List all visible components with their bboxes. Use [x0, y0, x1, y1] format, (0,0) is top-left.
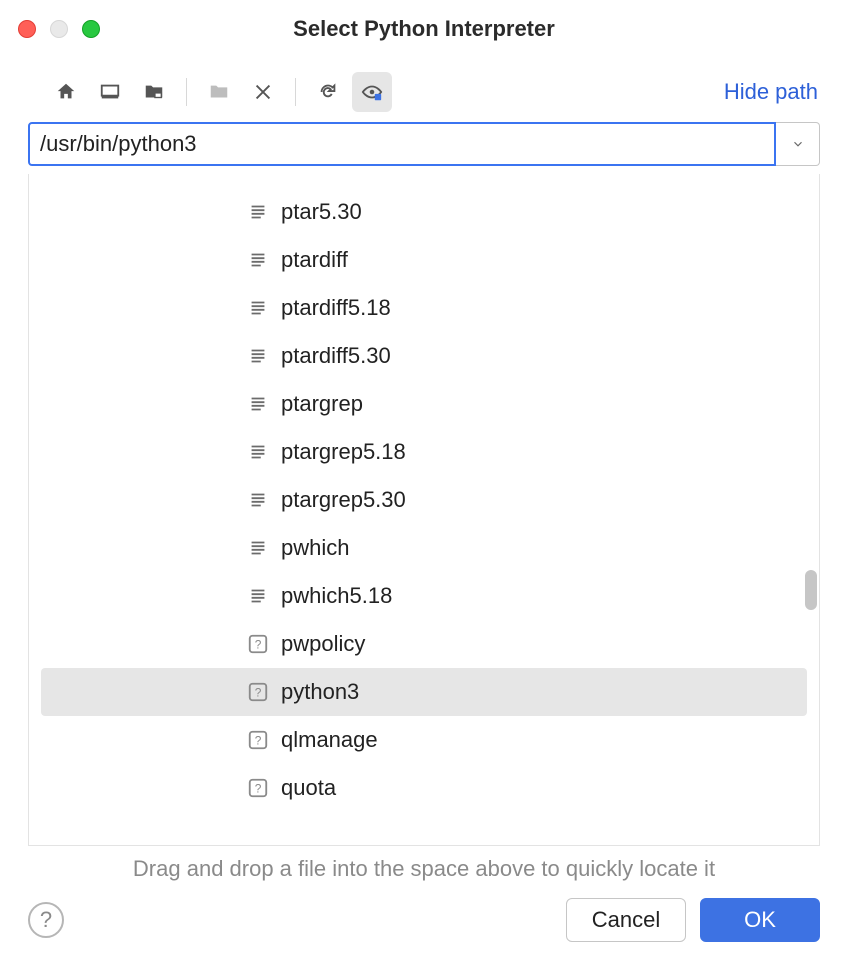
toolbar-separator	[186, 78, 187, 106]
text-file-icon	[247, 297, 269, 319]
text-file-icon	[247, 537, 269, 559]
list-item[interactable]: ptardiff5.30	[41, 332, 807, 380]
help-icon: ?	[40, 907, 52, 933]
text-file-icon	[247, 249, 269, 271]
refresh-button[interactable]	[308, 72, 348, 112]
path-dropdown-button[interactable]	[776, 122, 820, 166]
path-row	[0, 122, 848, 166]
delete-button[interactable]	[243, 72, 283, 112]
project-button[interactable]	[134, 72, 174, 112]
file-name: pwhich	[281, 535, 349, 561]
text-file-icon	[247, 585, 269, 607]
chevron-down-icon	[791, 137, 805, 151]
text-file-icon	[247, 489, 269, 511]
zoom-window-button[interactable]	[82, 20, 100, 38]
list-item[interactable]: ptar5.30	[41, 188, 807, 236]
footer: ? Cancel OK	[0, 888, 848, 966]
toolbar: Hide path	[0, 58, 848, 122]
cancel-button[interactable]: Cancel	[566, 898, 686, 942]
text-file-icon	[247, 393, 269, 415]
window-controls	[18, 20, 100, 38]
show-hidden-button[interactable]	[352, 72, 392, 112]
list-item[interactable]: ptardiff	[41, 236, 807, 284]
list-item[interactable]: ? quota	[41, 764, 807, 812]
new-folder-button[interactable]	[199, 72, 239, 112]
home-button[interactable]	[46, 72, 86, 112]
refresh-icon	[317, 81, 339, 103]
file-list: ptar5.30 ptardiff ptardiff5.18 ptardiff5.30…	[28, 174, 820, 846]
unknown-file-icon: ?	[247, 681, 269, 703]
desktop-button[interactable]	[90, 72, 130, 112]
new-folder-icon	[208, 81, 230, 103]
file-name: ptargrep	[281, 391, 363, 417]
list-item[interactable]: ? python3	[41, 668, 807, 716]
file-name: quota	[281, 775, 336, 801]
svg-text:?: ?	[255, 782, 262, 796]
svg-text:?: ?	[255, 686, 262, 700]
drag-hint: Drag and drop a file into the space abov…	[0, 846, 848, 888]
text-file-icon	[247, 345, 269, 367]
list-item[interactable]: ptargrep5.30	[41, 476, 807, 524]
list-item[interactable]: ? pwpolicy	[41, 620, 807, 668]
file-name: ptardiff	[281, 247, 348, 273]
text-file-icon	[247, 201, 269, 223]
list-item[interactable]: ptargrep5.18	[41, 428, 807, 476]
home-icon	[55, 81, 77, 103]
file-name: ptargrep5.18	[281, 439, 406, 465]
file-name: ptargrep5.30	[281, 487, 406, 513]
text-file-icon	[247, 441, 269, 463]
unknown-file-icon: ?	[247, 633, 269, 655]
titlebar: Select Python Interpreter	[0, 0, 848, 58]
file-name: python3	[281, 679, 359, 705]
help-button[interactable]: ?	[28, 902, 64, 938]
file-name: ptar5.30	[281, 199, 362, 225]
scrollbar-thumb[interactable]	[805, 570, 817, 610]
delete-icon	[252, 81, 274, 103]
list-item[interactable]: pwhich5.18	[41, 572, 807, 620]
list-item[interactable]: ptardiff5.18	[41, 284, 807, 332]
unknown-file-icon: ?	[247, 777, 269, 799]
file-name: pwpolicy	[281, 631, 365, 657]
ok-button[interactable]: OK	[700, 898, 820, 942]
svg-text:?: ?	[255, 638, 262, 652]
desktop-icon	[99, 81, 121, 103]
project-icon	[143, 81, 165, 103]
svg-text:?: ?	[255, 734, 262, 748]
eye-icon	[361, 81, 383, 103]
file-name: ptardiff5.30	[281, 343, 391, 369]
list-item[interactable]: pwhich	[41, 524, 807, 572]
minimize-window-button[interactable]	[50, 20, 68, 38]
file-name: ptardiff5.18	[281, 295, 391, 321]
unknown-file-icon: ?	[247, 729, 269, 751]
file-name: pwhich5.18	[281, 583, 392, 609]
toolbar-separator	[295, 78, 296, 106]
file-name: qlmanage	[281, 727, 378, 753]
path-input[interactable]	[28, 122, 776, 166]
close-window-button[interactable]	[18, 20, 36, 38]
list-item[interactable]: ? qlmanage	[41, 716, 807, 764]
window-title: Select Python Interpreter	[0, 16, 848, 42]
list-item[interactable]: ptargrep	[41, 380, 807, 428]
hide-path-link[interactable]: Hide path	[724, 79, 818, 105]
